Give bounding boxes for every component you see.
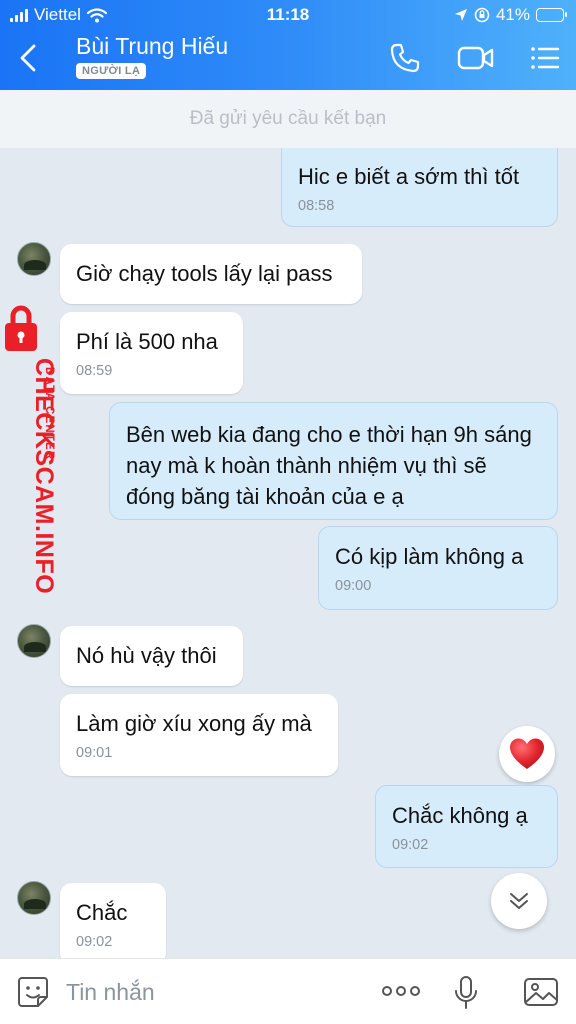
- more-dots-icon[interactable]: [381, 981, 421, 1001]
- message-time: 09:01: [76, 745, 113, 761]
- message-composer: [0, 958, 576, 1024]
- battery-icon: [536, 8, 567, 22]
- message-text: Có kịp làm không a: [335, 544, 524, 569]
- menu-list-icon[interactable]: [529, 42, 561, 74]
- phone-icon[interactable]: [389, 42, 421, 74]
- status-right: 41%: [454, 5, 567, 25]
- message-text: Chắc không ạ: [392, 803, 528, 828]
- checkscam-watermark: CHECKSCAM.INFO DATA CENTER: [0, 304, 60, 594]
- image-icon[interactable]: [523, 976, 559, 1008]
- scroll-to-bottom-button[interactable]: [491, 873, 547, 929]
- padlock-icon: [5, 305, 37, 351]
- video-camera-icon[interactable]: [457, 42, 495, 74]
- message-time: 09:02: [392, 837, 429, 853]
- message-time: 08:58: [298, 198, 335, 214]
- watermark-subtitle: DATA CENTER: [43, 367, 55, 461]
- message-text: Bên web kia đang cho e thời hạn 9h sáng …: [126, 422, 532, 509]
- message-time: 09:02: [76, 934, 113, 950]
- avatar[interactable]: [17, 242, 51, 276]
- message-bubble-outgoing[interactable]: Hic e biết a sớm thì tốt 08:58: [281, 148, 558, 227]
- message-text: Giờ chạy tools lấy lại pass: [76, 261, 333, 286]
- message-text: Phí là 500 nha: [76, 329, 218, 354]
- status-bar: Viettel 11:18 41%: [0, 0, 576, 30]
- message-bubble-outgoing[interactable]: Có kịp làm không a 09:00: [318, 526, 558, 610]
- reaction-button[interactable]: [499, 726, 555, 782]
- message-time: 09:00: [335, 578, 372, 594]
- message-bubble-incoming[interactable]: Làm giờ xíu xong ấy mà 09:01: [60, 694, 338, 776]
- message-bubble-outgoing[interactable]: Bên web kia đang cho e thời hạn 9h sáng …: [109, 402, 558, 520]
- emoji-sticker-icon[interactable]: [16, 975, 50, 1009]
- message-list[interactable]: Hic e biết a sớm thì tốt 08:58 Giờ chạy …: [0, 148, 576, 958]
- stranger-badge: NGƯỜI LẠ: [76, 63, 147, 79]
- message-text: Làm giờ xíu xong ấy mà: [76, 711, 312, 736]
- message-text: Nó hù vậy thôi: [76, 643, 217, 668]
- orientation-lock-icon: [474, 7, 490, 23]
- contact-name[interactable]: Bùi Trung Hiếu: [76, 33, 228, 60]
- heart-icon: [510, 738, 544, 769]
- friend-request-banner: Đã gửi yêu cầu kết bạn: [0, 90, 576, 148]
- chat-header: Viettel 11:18 41% Bùi Trung Hiếu NGƯỜI L…: [0, 0, 576, 90]
- message-time: 08:59: [76, 363, 113, 379]
- location-arrow-icon: [454, 9, 467, 21]
- message-bubble-incoming[interactable]: Giờ chạy tools lấy lại pass: [60, 244, 362, 304]
- back-chevron-icon[interactable]: [14, 40, 44, 76]
- microphone-icon[interactable]: [452, 975, 480, 1011]
- message-bubble-incoming[interactable]: Chắc 09:02: [60, 883, 166, 958]
- message-bubble-incoming[interactable]: Phí là 500 nha 08:59: [60, 312, 243, 394]
- message-bubble-outgoing[interactable]: Chắc không ạ 09:02: [375, 785, 558, 868]
- avatar[interactable]: [17, 881, 51, 915]
- message-bubble-incoming[interactable]: Nó hù vậy thôi: [60, 626, 243, 686]
- message-text: Hic e biết a sớm thì tốt: [298, 164, 520, 189]
- battery-percent: 41%: [495, 5, 530, 24]
- double-chevron-down-icon: [510, 893, 528, 909]
- message-input[interactable]: [66, 977, 346, 1007]
- message-text: Chắc: [76, 900, 128, 925]
- avatar[interactable]: [17, 624, 51, 658]
